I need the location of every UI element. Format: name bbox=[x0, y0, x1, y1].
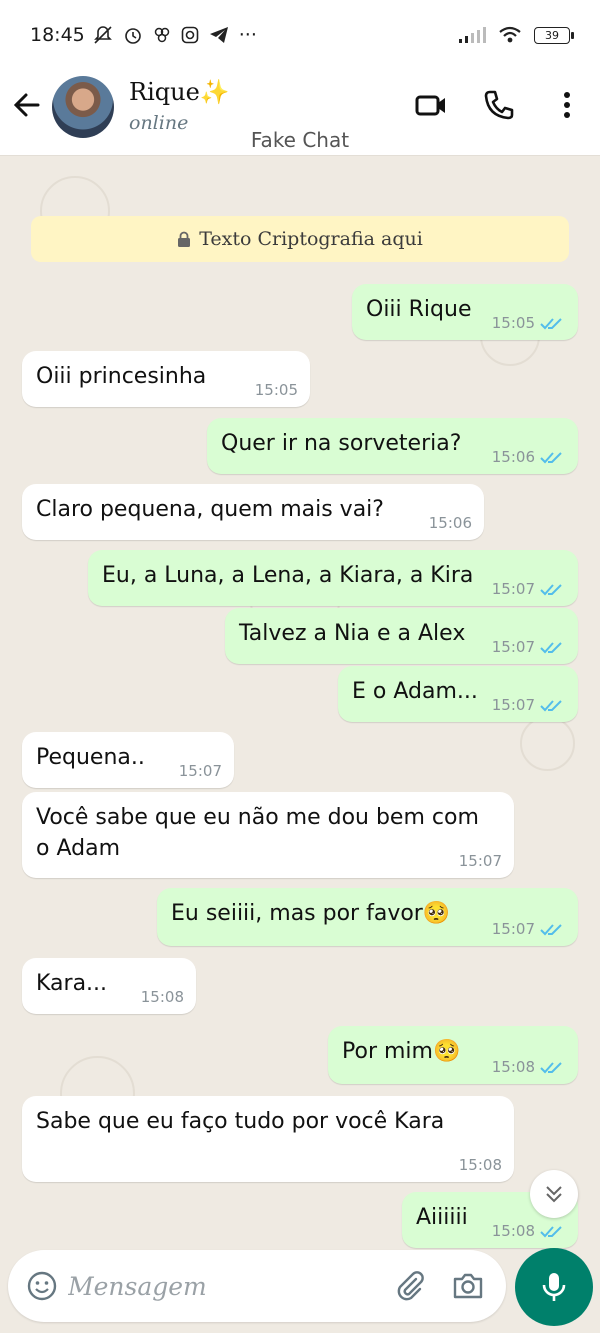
message-bubble-incoming[interactable]: Oiii princesinha 15:05 bbox=[22, 351, 310, 407]
clock: 18:45 bbox=[30, 24, 85, 46]
read-ticks-icon bbox=[540, 924, 562, 936]
message-time: 15:07 bbox=[458, 852, 502, 870]
video-call-icon[interactable] bbox=[414, 88, 448, 122]
message-bubble-outgoing[interactable]: Por mim🥺 15:08 bbox=[328, 1026, 578, 1084]
message-text: Sabe que eu faço tudo por você Kara bbox=[36, 1109, 445, 1134]
message-time: 15:08 bbox=[491, 1222, 535, 1240]
back-arrow-icon[interactable] bbox=[10, 88, 44, 122]
message-bubble-incoming[interactable]: Claro pequena, quem mais vai? 15:06 bbox=[22, 484, 484, 540]
read-ticks-icon bbox=[540, 1226, 562, 1238]
mute-icon bbox=[93, 26, 112, 44]
read-ticks-icon bbox=[540, 1062, 562, 1074]
message-time: 15:08 bbox=[491, 1058, 535, 1076]
read-ticks-icon bbox=[540, 642, 562, 654]
message-time: 15:08 bbox=[458, 1156, 502, 1174]
read-ticks-icon bbox=[540, 584, 562, 596]
telegram-icon bbox=[209, 27, 228, 43]
scroll-to-bottom-button[interactable] bbox=[530, 1170, 578, 1218]
contact-name[interactable]: Rique✨ bbox=[129, 78, 230, 106]
camera-icon[interactable] bbox=[451, 1270, 485, 1302]
phone-call-icon[interactable] bbox=[482, 88, 516, 122]
more-options-icon[interactable] bbox=[550, 88, 584, 122]
message-bubble-outgoing[interactable]: E o Adam... 15:07 bbox=[338, 666, 578, 722]
chat-area[interactable]: Texto Criptografia aqui Oiii Rique 15:05… bbox=[0, 156, 600, 1250]
message-input[interactable] bbox=[68, 1264, 368, 1308]
encryption-banner[interactable]: Texto Criptografia aqui bbox=[31, 216, 569, 262]
message-time: 15:07 bbox=[491, 580, 535, 598]
notification-icons: ··· bbox=[93, 24, 257, 46]
message-time: 15:05 bbox=[254, 381, 298, 399]
message-text: Você sabe que eu não me dou bem com o Ad… bbox=[36, 805, 479, 861]
app-icon bbox=[154, 27, 170, 43]
microphone-icon bbox=[542, 1273, 566, 1301]
wallpaper-doodle bbox=[520, 716, 575, 771]
message-bubble-incoming[interactable]: Você sabe que eu não me dou bem com o Ad… bbox=[22, 792, 514, 878]
message-time: 15:06 bbox=[491, 448, 535, 466]
read-ticks-icon bbox=[540, 452, 562, 464]
read-ticks-icon bbox=[540, 318, 562, 330]
status-bar: 18:45 ··· 39 bbox=[0, 0, 600, 70]
message-time: 15:06 bbox=[428, 514, 472, 532]
message-time: 15:07 bbox=[491, 638, 535, 656]
alarm-icon bbox=[124, 28, 141, 44]
message-bubble-outgoing[interactable]: Eu, a Luna, a Lena, a Kiara, a Kira 15:0… bbox=[88, 550, 578, 606]
message-bubble-outgoing[interactable]: Eu seiiii, mas por favor🥺 15:07 bbox=[157, 888, 578, 946]
read-ticks-icon bbox=[540, 700, 562, 712]
fake-chat-label: Fake Chat bbox=[250, 128, 350, 152]
message-time: 15:07 bbox=[491, 920, 535, 938]
message-bubble-outgoing[interactable]: Talvez a Nia e a Alex 15:07 bbox=[225, 608, 578, 664]
message-composer bbox=[8, 1250, 506, 1322]
wifi-icon bbox=[499, 26, 521, 43]
message-bubble-outgoing[interactable]: Quer ir na sorveteria? 15:06 bbox=[207, 418, 578, 474]
battery-icon: 39 bbox=[534, 26, 574, 44]
message-time: 15:05 bbox=[491, 314, 535, 332]
message-time: 15:08 bbox=[140, 988, 184, 1006]
message-bubble-incoming[interactable]: Pequena.. 15:07 bbox=[22, 732, 234, 788]
attachment-icon[interactable] bbox=[394, 1270, 426, 1302]
message-bubble-incoming[interactable]: Kara... 15:08 bbox=[22, 958, 196, 1014]
message-time: 15:07 bbox=[491, 696, 535, 714]
voice-message-button[interactable] bbox=[515, 1248, 593, 1326]
emoji-icon[interactable] bbox=[26, 1270, 58, 1302]
signal-icon bbox=[459, 27, 486, 43]
lock-icon bbox=[178, 231, 191, 247]
instagram-icon bbox=[181, 26, 199, 44]
more-notifications: ··· bbox=[238, 24, 257, 46]
message-time: 15:07 bbox=[178, 762, 222, 780]
chat-header: Rique✨ online Fake Chat bbox=[0, 70, 600, 156]
double-chevron-down-icon bbox=[546, 1186, 562, 1203]
message-bubble-outgoing[interactable]: Oiii Rique 15:05 bbox=[352, 284, 578, 340]
message-bubble-incoming[interactable]: Sabe que eu faço tudo por você Kara 15:0… bbox=[22, 1096, 514, 1182]
encryption-text: Texto Criptografia aqui bbox=[199, 228, 423, 250]
message-text: Claro pequena, quem mais vai? bbox=[36, 497, 384, 522]
